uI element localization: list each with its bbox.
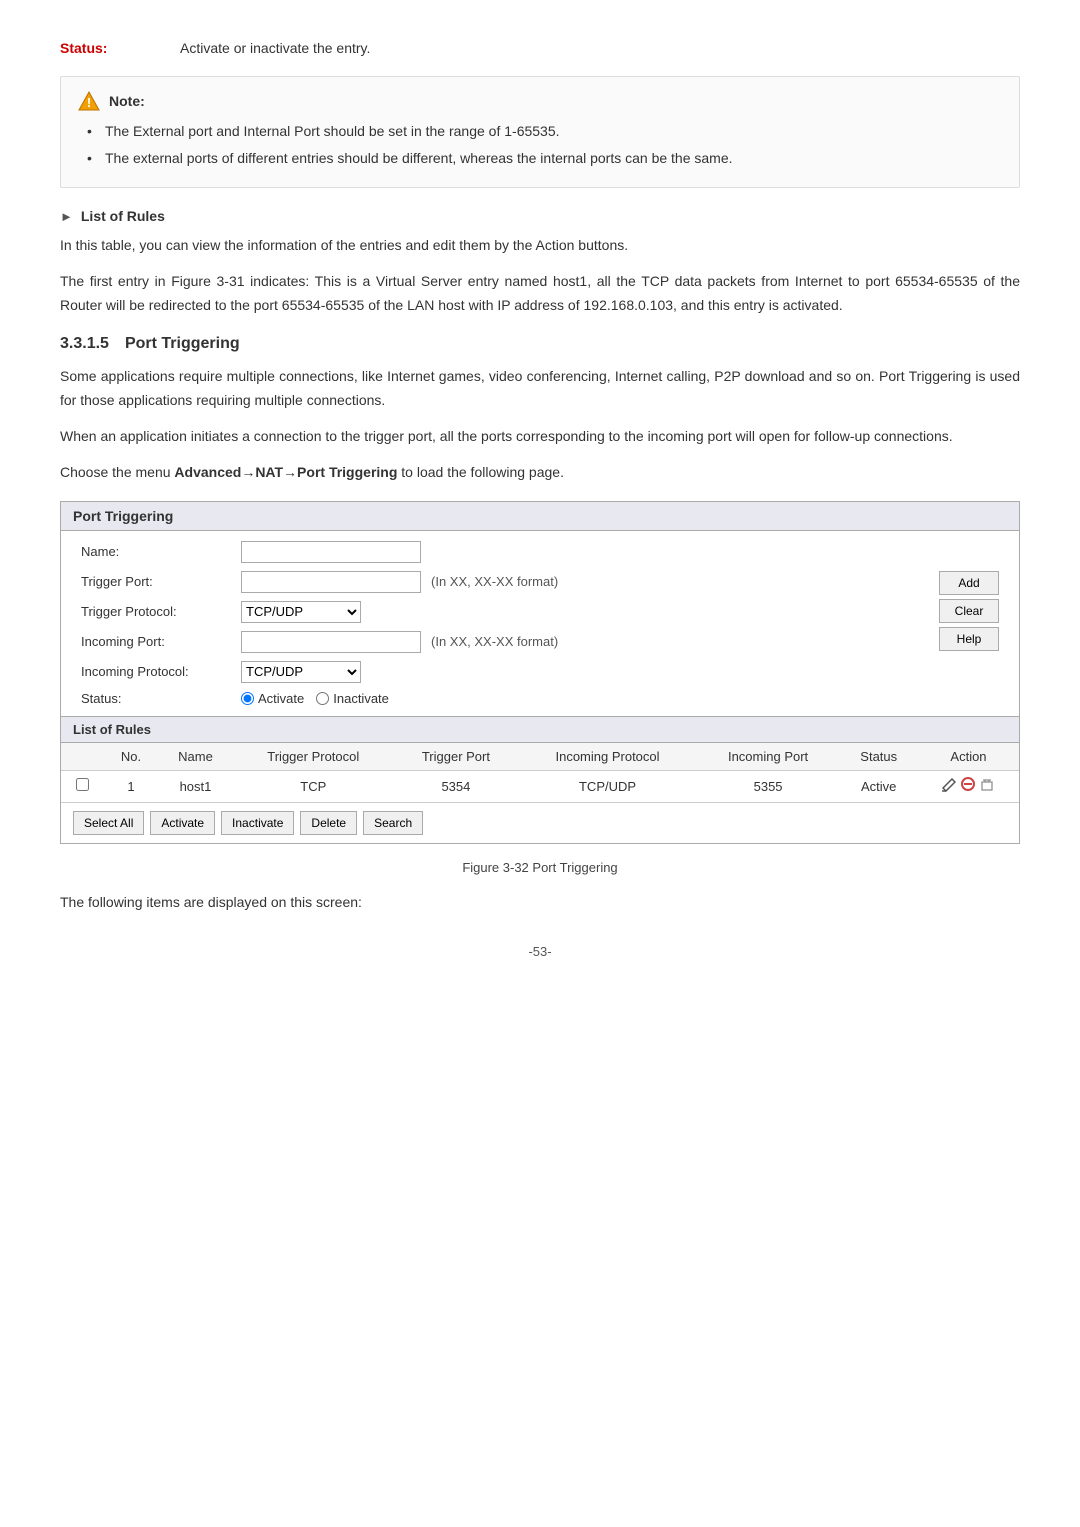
search-button[interactable]: Search (363, 811, 423, 835)
note-box: ! Note: The External port and Internal P… (60, 76, 1020, 188)
svg-text:!: ! (87, 95, 91, 110)
col-name: Name (158, 743, 233, 771)
nav-path-text: Choose the menu Advanced→NAT→Port Trigge… (60, 461, 1020, 485)
note-header: ! Note: (77, 89, 1003, 113)
note-item-1: The External port and Internal Port shou… (87, 121, 1003, 142)
rules-table: No. Name Trigger Protocol Trigger Port I… (61, 743, 1019, 802)
activate-button[interactable]: Activate (150, 811, 215, 835)
trigger-port-label: Trigger Port: (81, 574, 241, 589)
status-row: Status: Activate or inactivate the entry… (60, 40, 1020, 56)
row-action (918, 770, 1019, 802)
row-checkbox-cell (61, 770, 104, 802)
trigger-port-input[interactable] (241, 571, 421, 593)
incoming-protocol-label: Incoming Protocol: (81, 664, 241, 679)
trigger-port-row: Trigger Port: (In XX, XX-XX format) (81, 571, 919, 593)
chevron-icon: ► (60, 209, 73, 224)
table-header-row: No. Name Trigger Protocol Trigger Port I… (61, 743, 1019, 771)
row-incoming-protocol: TCP/UDP (518, 770, 696, 802)
side-actions: Add Clear Help (939, 541, 999, 706)
row-checkbox[interactable] (76, 778, 89, 791)
inactivate-radio[interactable] (316, 692, 329, 705)
list-of-rules-section-heading: ► List of Rules (60, 208, 1020, 224)
incoming-port-row: Incoming Port: (In XX, XX-XX format) (81, 631, 919, 653)
inactivate-label: Inactivate (333, 691, 389, 706)
action-icons (926, 776, 1011, 797)
note-item-2: The external ports of different entries … (87, 148, 1003, 169)
name-row: Name: (81, 541, 919, 563)
status-label: Status: (60, 40, 160, 56)
figure-caption: Figure 3-32 Port Triggering (60, 860, 1020, 875)
delete-button[interactable]: Delete (300, 811, 357, 835)
section-number: 3.3.1.5 (60, 335, 109, 353)
name-input[interactable] (241, 541, 421, 563)
activate-radio[interactable] (241, 692, 254, 705)
status-radio-group: Activate Inactivate (241, 691, 389, 706)
status-description: Activate or inactivate the entry. (180, 40, 370, 56)
col-no: No. (104, 743, 158, 771)
inactivate-radio-label[interactable]: Inactivate (316, 691, 389, 706)
select-all-button[interactable]: Select All (73, 811, 144, 835)
row-no: 1 (104, 770, 158, 802)
col-checkbox (61, 743, 104, 771)
col-incoming-protocol: Incoming Protocol (518, 743, 696, 771)
table-row: 1 host1 TCP 5354 TCP/UDP 5355 Active (61, 770, 1019, 802)
row-status: Active (839, 770, 917, 802)
warning-icon: ! (77, 89, 101, 113)
activate-label: Activate (258, 691, 304, 706)
edit-icon[interactable] (942, 778, 956, 795)
clear-button[interactable]: Clear (939, 599, 999, 623)
incoming-protocol-row: Incoming Protocol: TCP/UDP TCP UDP (81, 661, 919, 683)
section-title-row: 3.3.1.5 Port Triggering (60, 335, 1020, 353)
col-action: Action (918, 743, 1019, 771)
nav-text-suffix: to load the following page. (397, 464, 564, 480)
port-triggering-container: Port Triggering Name: Trigger Port: (In … (60, 501, 1020, 844)
activate-radio-label[interactable]: Activate (241, 691, 304, 706)
form-status-label: Status: (81, 691, 241, 706)
list-of-rules-heading: List of Rules (81, 208, 165, 224)
inactivate-button[interactable]: Inactivate (221, 811, 294, 835)
para2: When an application initiates a connecti… (60, 425, 1020, 449)
incoming-port-hint: (In XX, XX-XX format) (431, 634, 558, 649)
trigger-protocol-row: Trigger Protocol: TCP/UDP TCP UDP (81, 601, 919, 623)
incoming-port-label: Incoming Port: (81, 634, 241, 649)
note-list: The External port and Internal Port shou… (77, 121, 1003, 169)
port-triggering-header: Port Triggering (61, 502, 1019, 531)
trigger-port-hint: (In XX, XX-XX format) (431, 574, 558, 589)
following-items: The following items are displayed on thi… (60, 891, 1020, 915)
form-fields: Name: Trigger Port: (In XX, XX-XX format… (81, 541, 919, 706)
note-title: Note: (109, 93, 145, 109)
delete-icon[interactable] (980, 778, 994, 795)
trigger-protocol-label: Trigger Protocol: (81, 604, 241, 619)
disable-icon[interactable] (960, 776, 976, 797)
nav-path-bold: Advanced→NAT→Port Triggering (174, 464, 397, 480)
help-button[interactable]: Help (939, 627, 999, 651)
nav-text-prefix: Choose the menu (60, 464, 174, 480)
add-button[interactable]: Add (939, 571, 999, 595)
first-entry-desc: The first entry in Figure 3-31 indicates… (60, 270, 1020, 318)
row-name: host1 (158, 770, 233, 802)
col-trigger-protocol: Trigger Protocol (233, 743, 393, 771)
row-trigger-protocol: TCP (233, 770, 393, 802)
list-of-rules-desc: In this table, you can view the informat… (60, 234, 1020, 258)
list-of-rules-header: List of Rules (61, 716, 1019, 743)
name-label: Name: (81, 544, 241, 559)
incoming-port-input[interactable] (241, 631, 421, 653)
col-trigger-port: Trigger Port (393, 743, 518, 771)
form-and-actions: Name: Trigger Port: (In XX, XX-XX format… (61, 531, 1019, 716)
page-number: -53- (60, 944, 1020, 959)
col-incoming-port: Incoming Port (697, 743, 840, 771)
table-footer: Select All Activate Inactivate Delete Se… (61, 802, 1019, 843)
row-trigger-port: 5354 (393, 770, 518, 802)
row-incoming-port: 5355 (697, 770, 840, 802)
para1: Some applications require multiple conne… (60, 365, 1020, 413)
trigger-protocol-select[interactable]: TCP/UDP TCP UDP (241, 601, 361, 623)
status-form-row: Status: Activate Inactivate (81, 691, 919, 706)
section-title: Port Triggering (125, 335, 240, 353)
col-status: Status (839, 743, 917, 771)
incoming-protocol-select[interactable]: TCP/UDP TCP UDP (241, 661, 361, 683)
